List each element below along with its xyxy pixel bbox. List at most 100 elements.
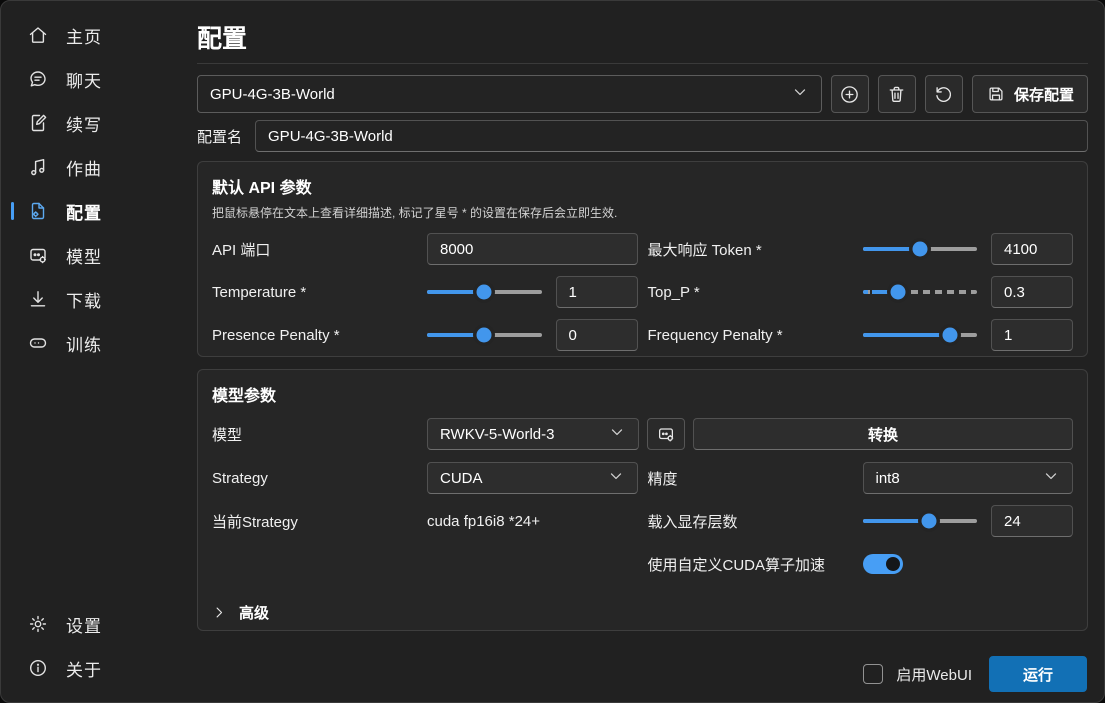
- presence-penalty-slider[interactable]: [427, 326, 542, 344]
- api-port-field: API 端口 8000: [212, 233, 638, 265]
- api-section-title: 默认 API 参数: [212, 174, 1073, 198]
- sidebar-item-label: 作曲: [66, 155, 102, 180]
- config-preset-dropdown[interactable]: GPU-4G-3B-World: [197, 75, 822, 113]
- about-icon: [27, 657, 49, 679]
- model-icon: [27, 244, 49, 266]
- config-name-row: 配置名 GPU-4G-3B-World: [197, 120, 1088, 152]
- frequency-penalty-slider[interactable]: [863, 326, 978, 344]
- temperature-input[interactable]: 1: [556, 276, 638, 308]
- download-icon: [27, 288, 49, 310]
- custom-cuda-label: 使用自定义CUDA算子加速: [648, 554, 863, 575]
- sidebar-item-label: 模型: [66, 243, 102, 268]
- max-tokens-field: 最大响应 Token * 4100: [648, 233, 1074, 265]
- sidebar: 主页 聊天 续写 作曲 配置 模型 下载: [1, 1, 193, 702]
- enable-webui-label: 启用WebUI: [896, 664, 972, 685]
- sidebar-item-train[interactable]: 训练: [7, 324, 187, 362]
- top-p-slider[interactable]: [863, 283, 978, 301]
- presence-penalty-field: Presence Penalty * 0: [212, 319, 638, 351]
- max-tokens-slider[interactable]: [863, 240, 978, 258]
- sidebar-item-label: 关于: [66, 656, 102, 681]
- config-icon: [27, 200, 49, 222]
- model-value: RWKV-5-World-3: [440, 426, 608, 443]
- sidebar-item-composition[interactable]: 作曲: [7, 148, 187, 186]
- vram-layers-input[interactable]: 24: [991, 505, 1073, 537]
- slider-thumb[interactable]: [942, 328, 957, 343]
- model-row: 模型 RWKV-5-World-3 转换: [212, 418, 1073, 450]
- sidebar-item-models[interactable]: 模型: [7, 236, 187, 274]
- presence-penalty-label: Presence Penalty *: [212, 327, 427, 344]
- page-title: 配置: [197, 19, 247, 55]
- convert-button[interactable]: 转换: [693, 418, 1073, 450]
- presence-penalty-input[interactable]: 0: [556, 319, 638, 351]
- sidebar-item-label: 设置: [66, 612, 102, 637]
- run-button[interactable]: 运行: [989, 656, 1087, 692]
- strategy-field: Strategy CUDA: [212, 462, 638, 494]
- config-name-label: 配置名: [197, 126, 242, 147]
- sidebar-item-label: 配置: [66, 199, 102, 224]
- precision-dropdown[interactable]: int8: [863, 462, 1074, 494]
- train-icon: [27, 332, 49, 354]
- footer-bar: 启用WebUI 运行: [863, 656, 1087, 692]
- top-p-field: Top_P * 0.3: [648, 276, 1074, 308]
- advanced-expander[interactable]: 高级: [212, 602, 1073, 623]
- delete-config-button[interactable]: [878, 75, 916, 113]
- sidebar-item-completion[interactable]: 续写: [7, 104, 187, 142]
- chevron-down-icon: [608, 423, 626, 445]
- chevron-down-icon: [1042, 467, 1060, 489]
- strategy-dropdown[interactable]: CUDA: [427, 462, 638, 494]
- manage-models-button[interactable]: [647, 418, 685, 450]
- max-tokens-input[interactable]: 4100: [991, 233, 1073, 265]
- frequency-penalty-input[interactable]: 1: [991, 319, 1073, 351]
- precision-label: 精度: [648, 468, 863, 489]
- config-preset-bar: GPU-4G-3B-World 保存配置: [197, 75, 1088, 113]
- model-label: 模型: [212, 424, 419, 445]
- chevron-right-icon: [212, 605, 227, 620]
- slider-thumb[interactable]: [477, 328, 492, 343]
- plus-circle-icon: [839, 84, 860, 105]
- api-port-input[interactable]: 8000: [427, 233, 638, 265]
- sidebar-item-downloads[interactable]: 下载: [7, 280, 187, 318]
- top-p-label: Top_P *: [648, 284, 863, 301]
- slider-thumb[interactable]: [921, 514, 936, 529]
- model-dropdown[interactable]: RWKV-5-World-3: [427, 418, 639, 450]
- temperature-field: Temperature * 1: [212, 276, 638, 308]
- temperature-label: Temperature *: [212, 284, 427, 301]
- vram-layers-slider[interactable]: [863, 512, 978, 530]
- enable-webui-checkbox[interactable]: [863, 664, 883, 684]
- frequency-penalty-label: Frequency Penalty *: [648, 327, 863, 344]
- config-preset-value: GPU-4G-3B-World: [210, 86, 791, 103]
- sidebar-item-chat[interactable]: 聊天: [7, 60, 187, 98]
- top-p-input[interactable]: 0.3: [991, 276, 1073, 308]
- slider-thumb[interactable]: [890, 285, 905, 300]
- undo-icon: [933, 84, 954, 105]
- sidebar-item-about[interactable]: 关于: [7, 649, 187, 687]
- title-divider: [197, 63, 1088, 64]
- selected-indicator: [11, 202, 14, 220]
- custom-cuda-toggle[interactable]: [863, 554, 903, 574]
- chat-icon: [27, 68, 49, 90]
- sidebar-item-settings[interactable]: 设置: [7, 605, 187, 643]
- sidebar-item-home[interactable]: 主页: [7, 16, 187, 54]
- temperature-slider[interactable]: [427, 283, 542, 301]
- toggle-knob: [886, 557, 900, 571]
- chevron-down-icon: [791, 83, 809, 105]
- slider-thumb[interactable]: [912, 242, 927, 257]
- add-config-button[interactable]: [831, 75, 869, 113]
- sidebar-item-label: 续写: [66, 111, 102, 136]
- sidebar-item-label: 主页: [66, 23, 102, 48]
- save-config-button[interactable]: 保存配置: [972, 75, 1088, 113]
- vram-layers-field: 载入显存层数 24: [648, 505, 1074, 537]
- max-tokens-label: 最大响应 Token *: [648, 239, 863, 260]
- current-strategy-field: 当前Strategy cuda fp16i8 *24+: [212, 505, 638, 537]
- trash-icon: [886, 84, 907, 105]
- api-params-section: 默认 API 参数 把鼠标悬停在文本上查看详细描述, 标记了星号 * 的设置在保…: [197, 161, 1088, 357]
- slider-thumb[interactable]: [477, 285, 492, 300]
- reset-config-button[interactable]: [925, 75, 963, 113]
- api-section-description: 把鼠标悬停在文本上查看详细描述, 标记了星号 * 的设置在保存后会立即生效.: [212, 204, 1073, 221]
- sidebar-item-configs[interactable]: 配置: [7, 192, 187, 230]
- api-port-label: API 端口: [212, 239, 427, 260]
- current-strategy-label: 当前Strategy: [212, 511, 427, 532]
- save-icon: [986, 84, 1006, 104]
- vram-layers-label: 载入显存层数: [648, 511, 863, 532]
- config-name-input[interactable]: GPU-4G-3B-World: [255, 120, 1088, 152]
